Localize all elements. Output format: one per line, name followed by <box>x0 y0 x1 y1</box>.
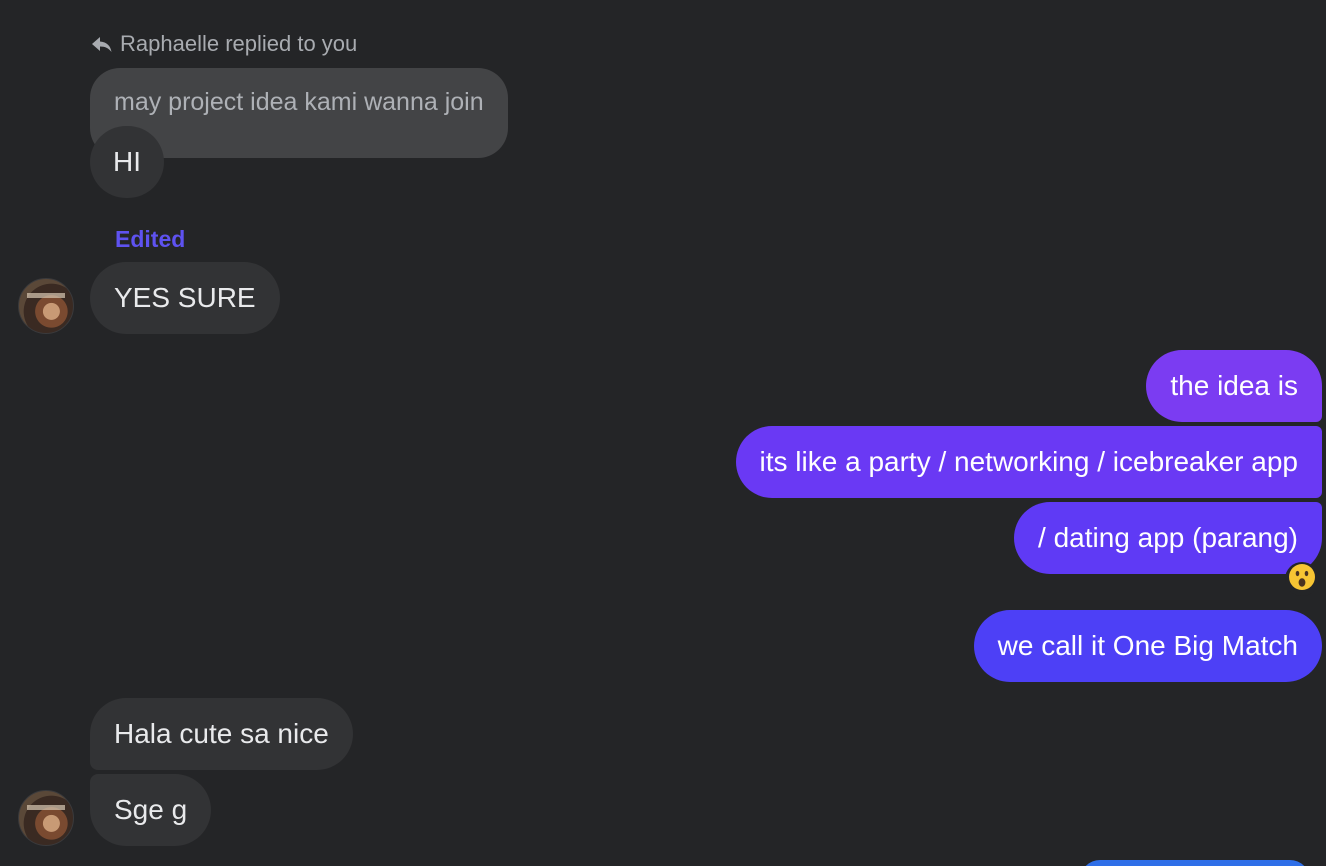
avatar[interactable] <box>18 790 74 846</box>
outgoing-message-bubble[interactable]: the idea is <box>1146 350 1322 422</box>
incoming-message-bubble[interactable]: Hala cute sa nice <box>90 698 353 770</box>
outgoing-message-bubble[interactable]: we call it One Big Match <box>973 610 1322 682</box>
outgoing-message-bubble[interactable]: / dating app (parang) <box>1014 502 1322 574</box>
quoted-message-text: may project idea kami wanna join <box>114 88 484 116</box>
surprised-face-icon <box>1287 562 1317 597</box>
message-text: Sge g <box>114 794 188 825</box>
chat-thread: Raphaelle replied to you may project ide… <box>0 0 1326 866</box>
message-text: HI <box>113 146 141 177</box>
edited-label: Edited <box>115 226 186 252</box>
reply-header-text: Raphaelle replied to you <box>120 31 358 56</box>
message-text: we call it One Big Match <box>997 630 1298 661</box>
incoming-message-bubble[interactable]: YES SURE <box>90 262 280 334</box>
avatar[interactable] <box>18 278 74 334</box>
message-text: its like a party / networking / icebreak… <box>759 446 1298 477</box>
message-text: YES SURE <box>114 282 256 313</box>
incoming-message-bubble[interactable]: Sge g <box>90 774 212 846</box>
outgoing-message-bubble[interactable]: its like a party / networking / icebreak… <box>735 426 1322 498</box>
reply-message-bubble[interactable]: HI <box>90 126 164 198</box>
reaction-badge[interactable] <box>1285 562 1319 596</box>
message-text: / dating app (parang) <box>1038 522 1298 553</box>
message-text: Hala cute sa nice <box>114 718 329 749</box>
reply-header: Raphaelle replied to you <box>90 30 357 58</box>
reply-arrow-icon <box>90 32 114 56</box>
outgoing-message-bubble-partial[interactable] <box>1080 860 1310 866</box>
message-text: the idea is <box>1170 370 1298 401</box>
